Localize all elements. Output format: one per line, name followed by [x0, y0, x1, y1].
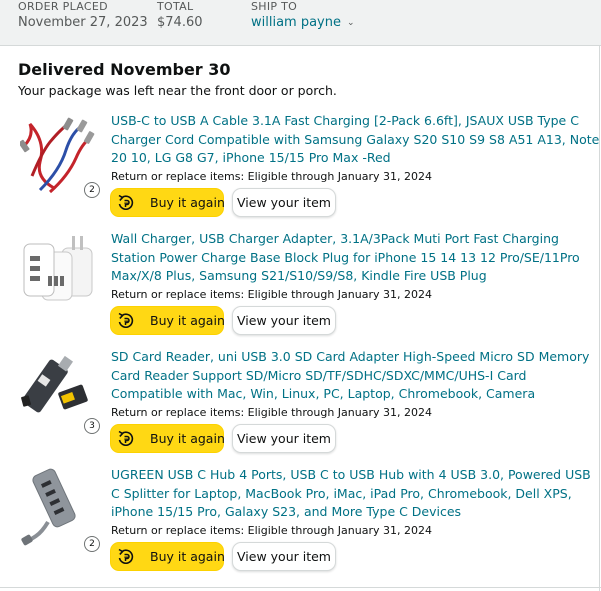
chevron-down-icon[interactable]: ⌄ [347, 18, 355, 28]
order-item: Wall Charger, USB Charger Adapter, 3.1A/… [0, 230, 601, 348]
product-title-link[interactable]: USB-C to USB A Cable 3.1A Fast Charging … [111, 112, 601, 168]
card-bottom-divider [0, 587, 601, 588]
buy-it-again-label[interactable]: Buy it again [150, 431, 225, 446]
return-eligibility-text: Return or replace items: Eligible throug… [111, 170, 432, 183]
buy-it-again-label[interactable]: Buy it again [150, 549, 225, 564]
buy-it-again-button[interactable]: Buy it again [110, 306, 225, 335]
order-total-value: $74.60 [157, 15, 203, 30]
view-your-item-button[interactable]: View your item [232, 306, 336, 335]
buy-it-again-button[interactable]: Buy it again [110, 542, 225, 571]
order-item: 2 UGREEN USB C Hub 4 Ports, USB C to USB… [0, 466, 601, 584]
order-ship-to: SHIP TO william payne ⌄ [251, 0, 355, 32]
buy-it-again-button[interactable]: Buy it again [110, 188, 225, 217]
buy-it-again-button[interactable]: Buy it again [110, 424, 225, 453]
ship-to-dropdown[interactable]: william payne ⌄ [251, 14, 355, 32]
view-your-item-button[interactable]: View your item [232, 188, 336, 217]
delivery-status-title: Delivered November 30 [18, 60, 231, 79]
reorder-cycle-icon [118, 548, 134, 564]
order-placed-label: ORDER PLACED [18, 0, 108, 13]
delivery-status-subtitle: Your package was left near the front doo… [18, 83, 337, 98]
order-total: TOTAL $74.60 [157, 0, 203, 32]
return-eligibility-text: Return or replace items: Eligible throug… [111, 288, 432, 301]
order-placed-date: November 27, 2023 [18, 15, 148, 30]
order-placed: ORDER PLACED November 27, 2023 [18, 0, 148, 32]
quantity-badge: 2 [84, 182, 100, 198]
quantity-badge: 2 [84, 536, 100, 552]
view-your-item-button[interactable]: View your item [232, 424, 336, 453]
product-title-link[interactable]: Wall Charger, USB Charger Adapter, 3.1A/… [111, 230, 601, 286]
product-title-link[interactable]: UGREEN USB C Hub 4 Ports, USB C to USB H… [111, 466, 601, 522]
order-item: 2 USB-C to USB A Cable 3.1A Fast Chargin… [0, 112, 601, 230]
buy-it-again-label[interactable]: Buy it again [150, 313, 225, 328]
return-eligibility-text: Return or replace items: Eligible throug… [111, 524, 432, 537]
order-item: 3 SD Card Reader, uni USB 3.0 SD Card Ad… [0, 348, 601, 466]
reorder-cycle-icon [118, 430, 134, 446]
reorder-cycle-icon [118, 194, 134, 210]
return-eligibility-text: Return or replace items: Eligible throug… [111, 406, 432, 419]
ship-to-label: SHIP TO [251, 0, 298, 13]
ship-to-name[interactable]: william payne [251, 15, 341, 30]
order-total-label: TOTAL [157, 0, 194, 13]
quantity-badge: 3 [84, 418, 100, 434]
product-title-link[interactable]: SD Card Reader, uni USB 3.0 SD Card Adap… [111, 348, 601, 404]
buy-it-again-label[interactable]: Buy it again [150, 195, 225, 210]
view-your-item-button[interactable]: View your item [232, 542, 336, 571]
reorder-cycle-icon [118, 312, 134, 328]
order-header: ORDER PLACED November 27, 2023 TOTAL $74… [0, 0, 601, 46]
product-image-wall-charger[interactable] [20, 230, 100, 312]
